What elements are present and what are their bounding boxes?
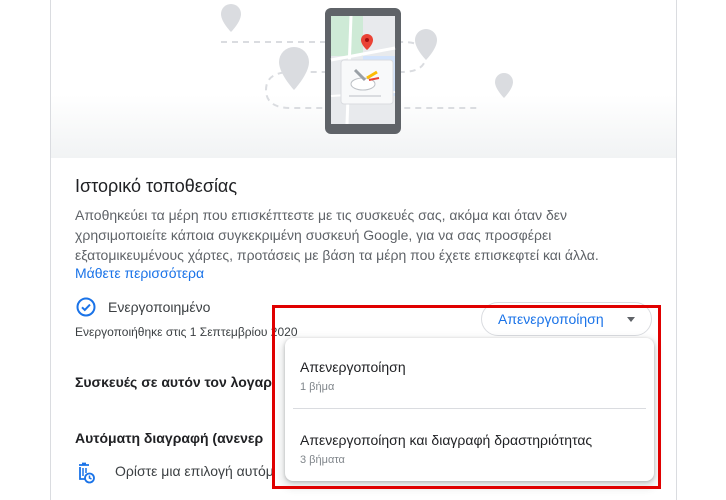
- pause-options-menu: Απενεργοποίηση 1 βήμα Απενεργοποίηση και…: [285, 338, 654, 481]
- auto-delete-icon: [76, 462, 96, 484]
- menu-item-title: Απενεργοποίηση και διαγραφή δραστηριότητ…: [300, 432, 593, 448]
- menu-item-subtitle: 1 βήμα: [300, 381, 335, 393]
- auto-delete-row[interactable]: Αυτόματη διαγραφή (ανενερ: [75, 430, 263, 446]
- status-label: Ενεργοποιημένο: [108, 299, 211, 315]
- dropdown-caret-icon: [627, 317, 635, 322]
- section-title: Ιστορικό τοποθεσίας: [75, 176, 238, 196]
- menu-item-pause[interactable]: Απενεργοποίηση 1 βήμα: [285, 358, 654, 393]
- status-date: Ενεργοποιήθηκε στις 1 Σεπτεμβρίου 2020: [75, 325, 298, 339]
- check-circle-icon: [76, 297, 96, 317]
- devices-row[interactable]: Συσκευές σε αυτόν τον λογαρ: [75, 374, 272, 390]
- menu-item-title: Απενεργοποίηση: [300, 359, 406, 375]
- section-description: Αποθηκεύει τα μέρη που επισκέπτεστε με τ…: [75, 207, 599, 263]
- menu-divider: [293, 408, 646, 409]
- auto-delete-option[interactable]: Ορίστε μια επιλογή αυτόμ: [115, 463, 274, 479]
- pause-button-label: Απενεργοποίηση: [498, 311, 604, 327]
- hero-illustration: [51, 0, 676, 158]
- phone-map-illustration: [221, 4, 513, 134]
- learn-more-link[interactable]: Μάθετε περισσότερα: [75, 265, 204, 281]
- menu-item-subtitle: 3 βήματα: [300, 454, 345, 466]
- pause-dropdown-button[interactable]: Απενεργοποίηση: [481, 302, 652, 336]
- menu-item-pause-and-delete[interactable]: Απενεργοποίηση και διαγραφή δραστηριότητ…: [285, 431, 654, 466]
